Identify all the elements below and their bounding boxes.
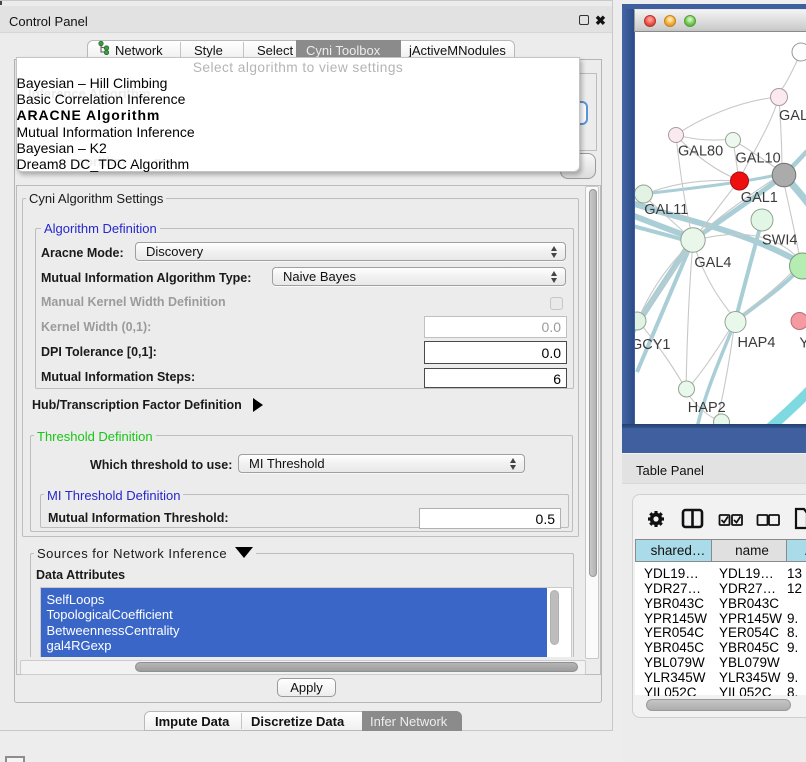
svg-text:HAP4: HAP4 (738, 335, 776, 351)
svg-text:GCY1: GCY1 (635, 337, 671, 353)
svg-text:GAL80: GAL80 (678, 144, 723, 160)
svg-text:GAL11: GAL11 (644, 202, 688, 218)
svg-text:Y: Y (799, 336, 806, 352)
svg-text:GAL10: GAL10 (736, 151, 781, 167)
svg-text:HAP2: HAP2 (688, 400, 726, 416)
svg-text:SWI4: SWI4 (762, 233, 797, 249)
svg-text:GAL: GAL (779, 108, 806, 124)
svg-text:GAL1: GAL1 (741, 190, 778, 206)
svg-text:GAL4: GAL4 (694, 255, 731, 271)
